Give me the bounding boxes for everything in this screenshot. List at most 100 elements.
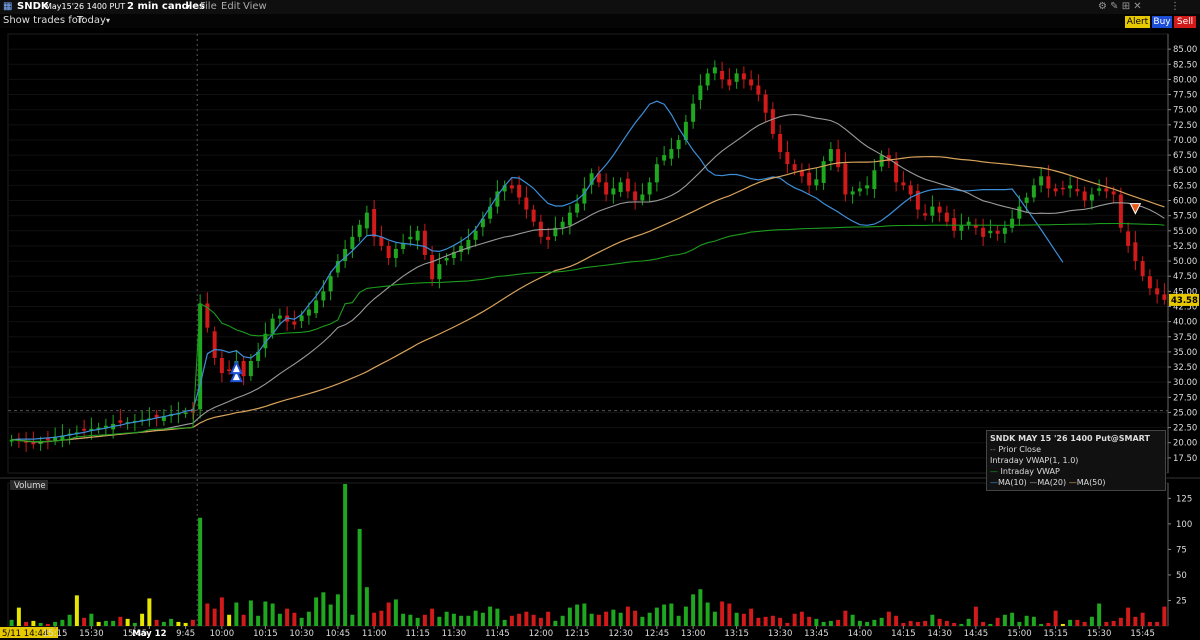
candle <box>1111 191 1116 195</box>
y-tick-label: 72.50 <box>1173 121 1197 131</box>
volume-bar <box>277 613 282 626</box>
volume-bar <box>176 621 181 626</box>
chart-legend[interactable]: SNDK MAY 15 '26 1400 Put@SMART -- Prior C… <box>986 430 1166 491</box>
volume-bar <box>930 614 935 626</box>
vol-y-tick-label: 75 <box>1176 545 1187 555</box>
volume-bar <box>691 594 696 626</box>
buy-button[interactable]: Buy <box>1152 16 1172 28</box>
volume-bars <box>9 484 1167 626</box>
y-tick-label: 30.00 <box>1173 378 1197 388</box>
menu-edit[interactable]: Edit <box>221 0 240 14</box>
window-controls-icon[interactable]: ⚙ ✎ ⊞ ✕ <box>1098 0 1142 14</box>
candle <box>1039 176 1044 186</box>
show-trades-dropdown[interactable]: Today <box>77 14 106 28</box>
volume-bar <box>785 622 790 626</box>
volume-bar <box>306 611 311 626</box>
volume-bar <box>836 619 841 626</box>
legend-vwap: Intraday VWAP <box>1000 467 1060 476</box>
candle <box>763 94 768 113</box>
volume-bar <box>140 613 145 626</box>
candle <box>604 182 609 195</box>
menu-view[interactable]: View <box>243 0 267 14</box>
x-tick-label: 12:00 <box>529 629 554 639</box>
volume-bar <box>1075 619 1080 626</box>
volume-bar <box>161 621 166 626</box>
sell-button[interactable]: Sell <box>1174 16 1196 28</box>
volume-bar <box>1104 621 1109 626</box>
candle <box>741 73 746 80</box>
y-tick-label: 75.00 <box>1173 106 1197 116</box>
alert-button[interactable]: Alert <box>1125 16 1150 28</box>
candle <box>546 236 551 240</box>
candle <box>770 109 775 134</box>
volume-bar <box>865 621 870 626</box>
candle <box>509 185 514 189</box>
volume-bar <box>973 606 978 626</box>
volume-bar <box>828 620 833 626</box>
volume-bar <box>894 615 899 626</box>
volume-bar <box>915 621 920 626</box>
candle <box>364 212 369 229</box>
volume-bar <box>589 613 594 626</box>
candle <box>422 230 427 256</box>
legend-ma10: MA(10) <box>998 478 1027 487</box>
candle <box>1147 276 1152 289</box>
volume-bar <box>1162 606 1167 626</box>
candle <box>531 209 536 222</box>
app-icon[interactable]: ▦ <box>3 0 12 14</box>
candle <box>727 79 732 86</box>
candle <box>1162 294 1167 300</box>
candles <box>9 60 1167 452</box>
volume-bar <box>1089 616 1094 626</box>
candle <box>372 208 377 237</box>
volume-bar <box>314 597 319 626</box>
volume-bar <box>683 606 688 626</box>
volume-bar <box>712 611 717 626</box>
candle <box>807 172 812 186</box>
contract-dropdown[interactable]: May15'26 1400 PUT <box>45 0 125 14</box>
symbol-label[interactable]: SNDK <box>17 0 49 14</box>
candle <box>821 161 826 183</box>
candle <box>611 188 616 195</box>
volume-bar <box>553 620 558 626</box>
volume-bar <box>538 617 543 626</box>
candle <box>560 221 565 228</box>
interval-dropdown[interactable]: 2 min candles <box>127 0 205 14</box>
candle <box>82 428 87 431</box>
volume-bar <box>669 603 674 626</box>
x-tick-label: 11:30 <box>442 629 467 639</box>
candle <box>379 236 384 246</box>
x-tick-label: 15:45 <box>1130 629 1155 639</box>
candle <box>669 149 674 159</box>
more-menu-icon[interactable]: ⋮ <box>1170 0 1180 14</box>
x-tick-label: 10:30 <box>289 629 314 639</box>
volume-bar <box>908 620 913 626</box>
volume-bar <box>509 615 514 626</box>
x-tick-label: 15:30 <box>79 629 104 639</box>
candle <box>778 133 783 153</box>
x-tick-label: 13:15 <box>724 629 749 639</box>
volume-bar <box>604 611 609 626</box>
y-tick-label: 67.50 <box>1173 151 1197 161</box>
volume-bar <box>328 604 333 626</box>
volume-bar <box>256 615 261 626</box>
candle <box>930 206 935 216</box>
volume-bar <box>9 619 14 626</box>
menu-file[interactable]: File <box>200 0 217 14</box>
x-tick-label: 14:45 <box>964 629 989 639</box>
volume-bar <box>1126 607 1131 626</box>
x-tick-label: 10:00 <box>210 629 235 639</box>
x-tick-label: 15:00 <box>1007 629 1032 639</box>
y-tick-label: 70.00 <box>1173 136 1197 146</box>
sell-marker <box>1129 203 1142 215</box>
volume-bar <box>654 607 659 626</box>
vwap-line <box>11 222 1165 442</box>
chevron-down-icon[interactable]: ▾ <box>106 14 110 28</box>
volume-bar <box>132 622 137 626</box>
volume-bar <box>807 616 812 626</box>
candle <box>923 213 928 216</box>
y-tick-label: 77.50 <box>1173 91 1197 101</box>
price-chart[interactable]: 85.00 82.50 80.00 77.50 75.00 72.50 70.00 67.50… <box>0 28 1200 640</box>
chevron-down-icon[interactable]: ▾ <box>186 0 190 14</box>
y-tick-label: 65.00 <box>1173 166 1197 176</box>
